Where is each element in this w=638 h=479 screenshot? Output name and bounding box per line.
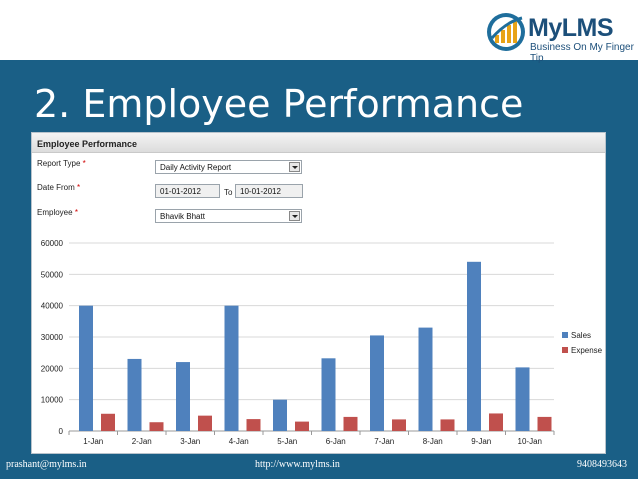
bar-expense bbox=[440, 419, 455, 431]
legend-label-sales: Sales bbox=[571, 331, 591, 340]
legend-swatch-sales bbox=[562, 332, 568, 338]
x-tick-label: 1-Jan bbox=[83, 437, 103, 446]
y-tick-label: 10000 bbox=[41, 396, 64, 405]
performance-bar-chart: 0 10000 20000 30000 40000 50000 60000 1-Jan 2-Ja… bbox=[41, 239, 603, 446]
slide-title: 2. Employee Performance bbox=[34, 82, 524, 126]
bar-sales bbox=[467, 261, 481, 431]
bar-expense bbox=[101, 413, 115, 431]
legend-swatch-expense bbox=[562, 347, 568, 353]
footer-email[interactable]: prashant@mylms.in bbox=[6, 459, 87, 470]
bar-expense bbox=[537, 416, 552, 431]
bar-expense bbox=[246, 419, 261, 431]
bar-expense bbox=[149, 422, 164, 431]
y-tick-label: 20000 bbox=[41, 364, 64, 373]
brand-tagline: Business On My Finger Tip bbox=[530, 42, 634, 64]
x-tick-label: 5-Jan bbox=[277, 437, 297, 446]
bar-sales bbox=[176, 362, 190, 431]
brand-name: MyLMS bbox=[528, 14, 614, 42]
bar-sales bbox=[127, 358, 142, 431]
report-panel: Employee Performance Report Type * Daily… bbox=[31, 132, 606, 454]
bar-expense bbox=[392, 419, 406, 431]
bar-sales bbox=[273, 399, 287, 431]
x-tick-label: 10-Jan bbox=[518, 437, 542, 446]
x-tick-label: 3-Jan bbox=[180, 437, 200, 446]
y-tick-label: 30000 bbox=[41, 333, 64, 342]
x-tick-label: 6-Jan bbox=[326, 437, 346, 446]
footer-url[interactable]: http://www.mylms.in bbox=[255, 459, 340, 470]
y-tick-label: 50000 bbox=[41, 270, 64, 279]
bar-sales bbox=[79, 305, 93, 431]
x-tick-label: 4-Jan bbox=[229, 437, 249, 446]
bar-sales bbox=[321, 358, 336, 431]
bar-sales bbox=[370, 335, 384, 431]
y-tick-label: 40000 bbox=[41, 302, 64, 311]
x-tick-label: 9-Jan bbox=[471, 437, 491, 446]
footer-phone: 9408493643 bbox=[577, 459, 627, 470]
bar-expense bbox=[295, 421, 309, 431]
y-tick-label: 60000 bbox=[41, 239, 64, 248]
bar-expense bbox=[343, 416, 358, 431]
x-tick-label: 7-Jan bbox=[374, 437, 394, 446]
bar-sales bbox=[224, 305, 239, 431]
bar-sales bbox=[515, 367, 530, 431]
x-tick-label: 8-Jan bbox=[423, 437, 443, 446]
x-tick-label: 2-Jan bbox=[132, 437, 152, 446]
bar-sales bbox=[418, 327, 433, 431]
legend-label-expense: Expense bbox=[571, 346, 603, 355]
bar-expense bbox=[489, 413, 503, 431]
bar-expense bbox=[198, 415, 212, 431]
y-tick-label: 0 bbox=[59, 427, 64, 436]
